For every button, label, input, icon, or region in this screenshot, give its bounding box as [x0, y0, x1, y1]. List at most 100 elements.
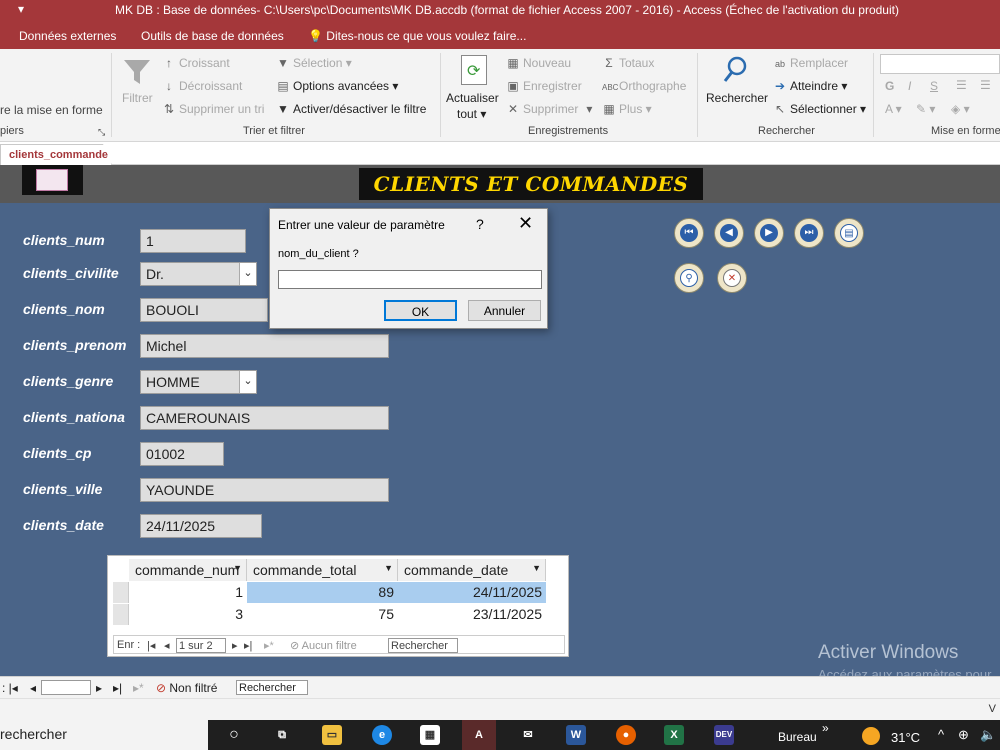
close-form-button[interactable]: ✕: [717, 263, 747, 293]
edge-icon[interactable]: e: [372, 725, 392, 745]
new-record-icon[interactable]: ▸*: [133, 681, 144, 695]
table-cell[interactable]: 23/11/2025: [398, 604, 546, 625]
font-name-combo[interactable]: [880, 54, 1000, 74]
table-cell[interactable]: 1: [129, 582, 247, 603]
parameter-value-input[interactable]: [278, 270, 542, 289]
sort-ascending-button[interactable]: ↑ Croissant: [162, 56, 230, 70]
print-button[interactable]: ▤: [834, 218, 864, 248]
next-record-button[interactable]: ▶: [754, 218, 784, 248]
file-explorer-icon[interactable]: ▭: [322, 725, 342, 745]
advanced-options-button[interactable]: ▤ Options avancées ▾: [276, 79, 398, 93]
next-record-icon[interactable]: ▸: [232, 639, 238, 652]
field-clients-nom[interactable]: BOUOLI: [140, 298, 268, 322]
fill-color-icon[interactable]: ◈ ▾: [951, 102, 970, 116]
previous-record-icon[interactable]: ◂: [164, 639, 170, 652]
chevron-down-icon[interactable]: ⌄: [239, 371, 256, 393]
group-launcher-icon[interactable]: ⤡: [98, 127, 105, 138]
excel-icon[interactable]: X: [664, 725, 684, 745]
volume-icon[interactable]: 🔈: [980, 727, 996, 743]
field-clients-prenom[interactable]: Michel: [140, 334, 389, 358]
first-record-button[interactable]: ⏮: [674, 218, 704, 248]
word-icon[interactable]: W: [566, 725, 586, 745]
task-view-icon[interactable]: ⧉: [272, 725, 292, 745]
select-button[interactable]: ↖ Sélectionner ▾: [773, 102, 866, 116]
record-position-input[interactable]: 1 sur 2: [176, 638, 226, 653]
combo-clients-genre[interactable]: HOMME ⌄: [140, 370, 257, 394]
find-record-button[interactable]: ⚲: [674, 263, 704, 293]
table-cell[interactable]: 3: [129, 604, 247, 625]
column-header-commande-date[interactable]: commande_date ▼: [398, 559, 546, 581]
devcpp-icon[interactable]: DEV: [714, 725, 734, 745]
field-clients-ville[interactable]: YAOUNDE: [140, 478, 389, 502]
tab-clients-commande[interactable]: clients_commande: [0, 144, 112, 165]
selection-button[interactable]: ▼ Sélection ▾: [276, 56, 352, 70]
format-painter-button[interactable]: re la mise en forme: [0, 103, 103, 117]
new-record-button[interactable]: ▦ Nouveau: [506, 56, 571, 70]
row-selector[interactable]: [113, 604, 129, 625]
subform-search-input[interactable]: Rechercher: [388, 638, 458, 653]
quick-access-icon[interactable]: ▾: [18, 2, 24, 16]
chevron-down-icon[interactable]: ▼: [384, 563, 393, 573]
find-button[interactable]: Rechercher: [706, 91, 768, 105]
no-filter-indicator[interactable]: ⊘ Aucun filtre: [290, 639, 357, 652]
tray-chevron-icon[interactable]: ^: [938, 727, 944, 742]
remove-sort-button[interactable]: ⇅ Supprimer un tri: [162, 102, 264, 116]
goto-button[interactable]: ➔ Atteindre ▾: [773, 79, 847, 93]
row-selector[interactable]: [113, 582, 129, 603]
ok-button[interactable]: OK: [384, 300, 457, 321]
indent-icon[interactable]: ☰: [956, 78, 967, 92]
close-icon[interactable]: ✕: [518, 213, 533, 234]
store-icon[interactable]: ▦: [420, 725, 440, 745]
chevron-down-icon[interactable]: ▼: [532, 563, 541, 573]
toggle-filter-button[interactable]: ▼ Activer/désactiver le filtre: [276, 102, 426, 116]
weather-temperature[interactable]: 31°C: [891, 730, 920, 745]
main-search-input[interactable]: Rechercher: [236, 680, 308, 695]
cancel-button[interactable]: Annuler: [468, 300, 541, 321]
tab-db-tools[interactable]: Outils de base de données: [141, 29, 284, 43]
field-clients-date[interactable]: 24/11/2025: [140, 514, 262, 538]
first-record-icon[interactable]: : |◂: [2, 681, 18, 695]
table-cell[interactable]: 75: [247, 604, 398, 625]
totals-button[interactable]: Σ Totaux: [602, 56, 654, 70]
highlight-icon[interactable]: ✎ ▾: [916, 102, 935, 116]
more-button[interactable]: ▦ Plus ▾: [602, 102, 651, 116]
filter-button[interactable]: Filtrer: [122, 91, 153, 105]
not-filtered-indicator[interactable]: ⊘ Non filtré: [156, 681, 217, 695]
tab-external-data[interactable]: Données externes: [19, 29, 116, 43]
refresh-all-button[interactable]: Actualiser: [446, 91, 499, 105]
column-header-commande-num[interactable]: commande_num ▼: [129, 559, 247, 581]
replace-button[interactable]: ab Remplacer: [773, 56, 848, 70]
previous-record-button[interactable]: ◀: [714, 218, 744, 248]
weather-sun-icon[interactable]: [862, 727, 880, 745]
chevron-down-icon[interactable]: ⌄: [239, 263, 256, 285]
refresh-icon[interactable]: ⟳: [461, 55, 487, 85]
view-switch-icon[interactable]: V: [989, 703, 996, 715]
refresh-all-dropdown[interactable]: tout ▾: [457, 107, 486, 121]
bold-button[interactable]: G: [885, 79, 894, 93]
cortana-icon[interactable]: ○: [224, 725, 244, 745]
firefox-icon[interactable]: ●: [616, 725, 636, 745]
previous-record-icon[interactable]: ◂: [30, 681, 36, 695]
last-record-icon[interactable]: ▸|: [244, 639, 252, 652]
desktop-toolbar-label[interactable]: Bureau: [778, 730, 817, 744]
network-icon[interactable]: ⊕: [958, 727, 969, 743]
field-clients-nationa[interactable]: CAMEROUNAIS: [140, 406, 389, 430]
spelling-button[interactable]: ABCOrthographe: [602, 79, 686, 93]
filter-funnel-icon[interactable]: [122, 57, 152, 87]
table-cell[interactable]: 89: [247, 582, 398, 603]
last-record-button[interactable]: ⏭: [794, 218, 824, 248]
mail-icon[interactable]: ✉: [518, 725, 538, 745]
magnifier-icon[interactable]: [722, 55, 752, 85]
taskbar-search[interactable]: rechercher: [0, 720, 208, 750]
combo-clients-civilite[interactable]: Dr. ⌄: [140, 262, 257, 286]
tell-me-box[interactable]: 💡 Dites-nous ce que vous voulez faire...: [308, 29, 526, 43]
first-record-icon[interactable]: |◂: [147, 639, 155, 652]
help-icon[interactable]: ?: [476, 216, 484, 232]
field-clients-cp[interactable]: 01002: [140, 442, 224, 466]
delete-record-button[interactable]: ✕ Supprimer ▾: [506, 102, 599, 116]
last-record-icon[interactable]: ▸|: [113, 681, 122, 695]
record-position-input[interactable]: [41, 680, 91, 695]
chevron-down-icon[interactable]: ▼: [233, 563, 242, 573]
italic-button[interactable]: I: [908, 79, 911, 93]
new-record-icon[interactable]: ▸*: [264, 639, 274, 652]
